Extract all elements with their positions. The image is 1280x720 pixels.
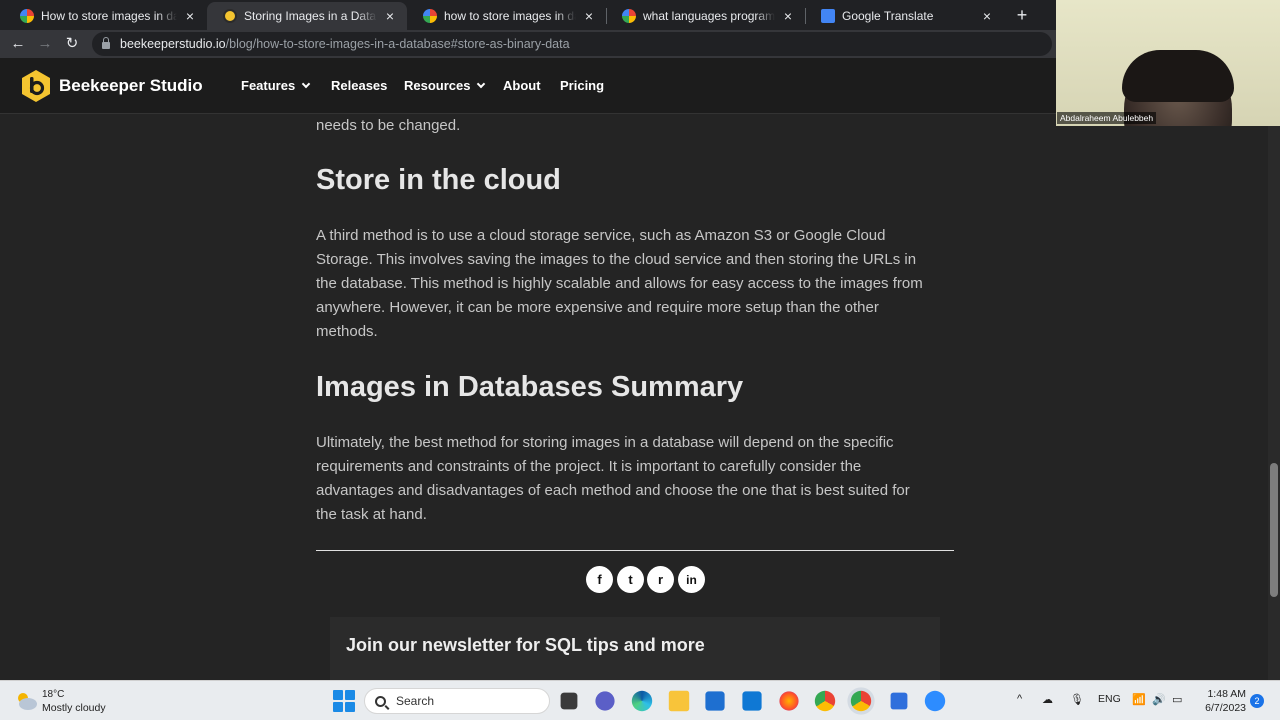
browser-tab[interactable]: how to store images in databas × [407, 2, 606, 30]
back-arrow-icon[interactable]: ← [8, 34, 28, 54]
twitter-icon[interactable]: t [617, 566, 644, 593]
nav-resources-label: Resources [404, 78, 471, 93]
divider [316, 550, 954, 551]
nav-pricing[interactable]: Pricing [560, 78, 604, 93]
chevron-down-icon [477, 79, 486, 89]
text-line: the database. This method is highly scal… [316, 275, 923, 292]
firefox-icon[interactable] [779, 691, 799, 711]
close-tab-icon[interactable]: × [781, 8, 795, 24]
tab-title: Storing Images in a Database: M [244, 9, 377, 23]
translate-icon [821, 9, 835, 23]
lead-fragment: needs to be changed. [316, 117, 461, 134]
participant-name: Abdalraheem Abulebbeh [1057, 112, 1157, 124]
text-line: requirements and constraints of the proj… [316, 458, 862, 475]
section-heading-cloud: Store in the cloud [316, 164, 561, 196]
participant-hair [1122, 50, 1234, 102]
tab-title: how to store images in databas [444, 9, 576, 23]
browser-tab-active[interactable]: Storing Images in a Database: M × [207, 2, 407, 30]
weather-condition: Mostly cloudy [42, 702, 106, 714]
mail-icon[interactable] [742, 691, 762, 711]
wifi-icon[interactable]: 📶 [1132, 693, 1146, 706]
nav-about[interactable]: About [503, 78, 541, 93]
newsletter-title: Join our newsletter for SQL tips and mor… [346, 635, 705, 655]
clock-time: 1:48 AM [1207, 688, 1246, 700]
text-line: Storage. This involves saving the images… [316, 251, 917, 268]
new-tab-plus-icon[interactable]: + [1011, 4, 1033, 26]
reddit-icon[interactable]: r [647, 566, 674, 593]
reload-icon[interactable]: ↻ [62, 34, 82, 54]
taskbar: 18°C Mostly cloudy Search ^ ☁ 🎙 ENG 📶 🔊 … [0, 680, 1280, 720]
edge-icon[interactable] [631, 690, 653, 712]
close-tab-icon[interactable]: × [582, 8, 596, 24]
webcam-overlay: Abdalraheem Abulebbeh [1056, 0, 1280, 126]
address-bar[interactable]: beekeeperstudio.io/blog/how-to-store-ima… [92, 32, 1052, 56]
weather-temperature: 18°C [42, 689, 65, 700]
google-icon [423, 9, 437, 23]
battery-icon[interactable]: ▭ [1172, 693, 1182, 706]
text-line: the task at hand. [316, 506, 427, 523]
newsletter-box: Join our newsletter for SQL tips and mor… [330, 617, 940, 680]
text-line: methods. [316, 323, 378, 340]
microphone-icon[interactable]: 🎙 [1070, 693, 1084, 706]
chrome-icon[interactable] [814, 690, 836, 712]
nav-features[interactable]: Features [241, 78, 311, 93]
url-host: beekeeperstudio.io [120, 37, 226, 51]
scrollbar-thumb[interactable] [1270, 463, 1278, 597]
notepad-icon[interactable] [890, 692, 908, 710]
microsoft-store-icon[interactable] [705, 691, 725, 711]
teams-chat-icon[interactable] [595, 691, 615, 711]
clock[interactable]: 1:48 AM 6/7/2023 [1196, 687, 1246, 715]
clock-date: 6/7/2023 [1205, 702, 1246, 714]
onedrive-icon[interactable]: ☁ [1042, 693, 1053, 706]
google-icon [622, 9, 636, 23]
text-line: anywhere. However, it can be more expens… [316, 299, 879, 316]
windows-start-icon[interactable] [333, 690, 355, 712]
language-indicator[interactable]: ENG [1098, 693, 1121, 705]
close-tab-icon[interactable]: × [383, 8, 397, 24]
cloud-paragraph: A third method is to use a cloud storage… [316, 224, 956, 344]
notification-badge[interactable]: 2 [1250, 694, 1264, 708]
forward-arrow-icon[interactable]: → [35, 34, 55, 54]
volume-icon[interactable]: 🔊 [1152, 693, 1166, 706]
nav-features-label: Features [241, 78, 296, 93]
section-heading-summary: Images in Databases Summary [316, 371, 744, 403]
url-path: /blog/how-to-store-images-in-a-database#… [225, 37, 570, 51]
weather-cloud-icon[interactable] [14, 690, 38, 712]
taskbar-search[interactable]: Search [364, 688, 550, 714]
task-view-icon[interactable] [560, 692, 578, 710]
screen: { "browser": { "tabs": [ {"title": "How … [0, 0, 1280, 720]
summary-paragraph: Ultimately, the best method for storing … [316, 431, 956, 527]
nav-releases[interactable]: Releases [331, 78, 387, 93]
beekeeper-logo-icon[interactable] [20, 69, 52, 103]
text-line: Ultimately, the best method for storing … [316, 434, 894, 451]
chrome-active-icon[interactable] [850, 690, 872, 712]
google-icon [20, 9, 34, 23]
text-line: advantages and disadvantages of each met… [316, 482, 910, 499]
file-explorer-icon[interactable] [668, 690, 690, 712]
facebook-icon[interactable]: f [586, 566, 613, 593]
text-line: A third method is to use a cloud storage… [316, 227, 886, 244]
browser-tab[interactable]: what languages programing can × [606, 2, 805, 30]
tab-title: Google Translate [842, 9, 934, 23]
tab-title: How to store images in databas [41, 9, 177, 23]
beekeeper-icon [223, 9, 237, 23]
close-tab-icon[interactable]: × [980, 8, 994, 24]
brand-name[interactable]: Beekeeper Studio [59, 76, 203, 96]
close-tab-icon[interactable]: × [183, 8, 197, 24]
lock-icon [102, 37, 110, 49]
browser-tab[interactable]: How to store images in databas × [4, 2, 207, 30]
search-placeholder: Search [396, 694, 435, 708]
chevron-down-icon [301, 79, 311, 89]
zoom-icon[interactable] [924, 690, 946, 712]
search-icon [375, 695, 386, 707]
linkedin-icon[interactable]: in [678, 566, 705, 593]
tab-title: what languages programing can [643, 9, 775, 23]
browser-tab[interactable]: Google Translate × [805, 2, 1004, 30]
nav-resources[interactable]: Resources [404, 78, 486, 93]
chevron-up-icon[interactable]: ^ [1017, 693, 1022, 705]
